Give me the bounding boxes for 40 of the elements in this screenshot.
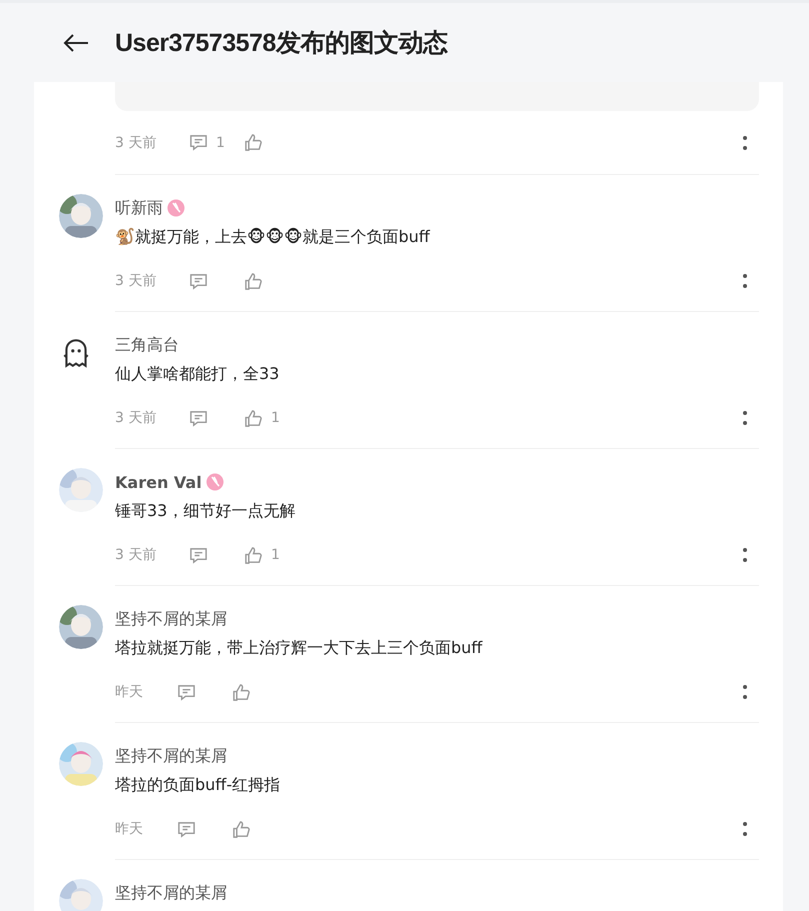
user-name[interactable]: 坚持不屑的某屑	[115, 608, 227, 630]
user-name[interactable]: 坚持不屑的某屑	[115, 746, 227, 766]
comment-icon[interactable]	[177, 820, 196, 838]
comment-text: 锤哥33，细节好一点无解	[115, 500, 296, 522]
like-count: 1	[271, 410, 280, 426]
comment-icon[interactable]	[189, 408, 208, 428]
more-icon[interactable]	[743, 684, 747, 700]
thumbs-up-icon[interactable]	[232, 820, 251, 838]
comment-icon[interactable]	[177, 682, 196, 702]
user-name[interactable]: 听新雨	[115, 198, 163, 218]
comment-text: 仙人掌啥都能打，全33	[115, 363, 280, 385]
comment-text: 塔拉就挺万能，带上治疗辉一大下去上三个负面buff	[115, 637, 484, 659]
thumbs-up-icon[interactable]	[244, 272, 263, 290]
more-icon[interactable]	[743, 273, 747, 289]
more-icon[interactable]	[743, 134, 747, 150]
thumbs-up-icon[interactable]	[244, 408, 263, 428]
like-count: 1	[271, 547, 280, 563]
thumbs-up-icon[interactable]	[244, 133, 263, 152]
comment-time: 昨天	[115, 820, 144, 838]
comment-time: 3 天前	[115, 272, 158, 290]
user-name[interactable]: 三角高台	[115, 334, 179, 356]
comment-count: 1	[216, 134, 225, 150]
user-name[interactable]: 坚持不屑的某屑	[115, 882, 227, 904]
comment-time: 昨天	[115, 683, 144, 701]
more-icon[interactable]	[743, 410, 747, 426]
thumbs-up-icon[interactable]	[232, 682, 251, 702]
post-time: 3 天前	[115, 134, 158, 152]
comment-text: 塔拉的负面buff-红拇指	[115, 774, 282, 796]
page-title: User37573578发布的图文动态	[115, 28, 448, 59]
comment-text: 🐒就挺万能，上去🐵🐵🐵就是三个负面buff	[115, 226, 432, 248]
comment-icon[interactable]	[189, 133, 208, 152]
more-icon[interactable]	[743, 821, 747, 837]
comment-icon[interactable]	[189, 272, 208, 290]
back-arrow-icon[interactable]	[63, 32, 89, 52]
user-name[interactable]: Karen Val	[115, 472, 202, 492]
comment-time: 3 天前	[115, 546, 158, 564]
comment-icon[interactable]	[189, 546, 208, 564]
more-icon[interactable]	[743, 547, 747, 563]
comment-time: 3 天前	[115, 409, 158, 427]
thumbs-up-icon[interactable]	[244, 546, 263, 564]
